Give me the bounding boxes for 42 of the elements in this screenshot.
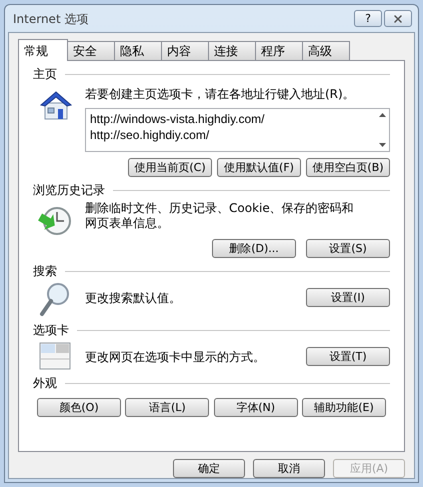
dialog-button[interactable]: 删除(D)... — [212, 239, 296, 258]
dialog-button[interactable]: 确定 — [173, 459, 245, 478]
tab[interactable]: 连接 — [208, 41, 256, 60]
dialog-button[interactable]: 颜色(O) — [37, 398, 121, 417]
homepage-url: http://seo.highdiy.com/ — [90, 127, 210, 143]
dialog-button[interactable]: 使用当前页(C) — [128, 158, 212, 177]
window-title: Internet 选项 — [13, 10, 90, 28]
tab[interactable]: 隐私 — [114, 41, 162, 60]
section-title: 搜索 — [33, 263, 57, 280]
section-description: 若要创建主页选项卡，请在各地址行键入地址(R)。 — [85, 87, 356, 102]
tab[interactable]: 内容 — [161, 41, 209, 60]
section-title: 主页 — [33, 66, 57, 83]
section-title: 浏览历史记录 — [33, 182, 105, 199]
search-icon — [39, 281, 71, 317]
tab[interactable]: 安全 — [67, 41, 115, 60]
dialog-button[interactable]: 使用空白页(B) — [306, 158, 390, 177]
dialog-button[interactable]: 设置(S) — [306, 239, 390, 258]
dialog-button[interactable]: 设置(T) — [306, 347, 390, 366]
dialog-button[interactable]: 辅助功能(E) — [302, 398, 386, 417]
dialog-button[interactable]: 语言(L) — [125, 398, 210, 417]
dialog-button[interactable]: 字体(N) — [214, 398, 298, 417]
dialog-button[interactable]: 使用默认值(F) — [217, 158, 301, 177]
tabbed-window-icon — [39, 340, 71, 370]
clock-icon — [37, 205, 73, 237]
dialog-button[interactable]: 设置(I) — [306, 288, 390, 307]
tab[interactable]: 常规 — [18, 39, 68, 61]
help-button[interactable]: ? — [354, 10, 382, 27]
close-icon — [392, 12, 404, 24]
homepage-addresses-field[interactable]: http://windows-vista.highdiy.com/ http://seo.highdiy.com/ — [85, 108, 390, 152]
section-description: 更改搜索默认值。 — [85, 291, 181, 305]
scroll-up-icon[interactable] — [378, 113, 386, 117]
scroll-down-icon[interactable] — [378, 143, 386, 147]
close-button[interactable] — [384, 10, 412, 27]
section-title: 选项卡 — [33, 322, 69, 339]
tab[interactable]: 高级 — [302, 41, 350, 60]
house-icon — [39, 89, 73, 121]
homepage-url: http://windows-vista.highdiy.com/ — [90, 111, 266, 127]
section-description: 删除临时文件、历史记录、Cookie、保存的密码和网页表单信息。 — [85, 201, 355, 231]
dialog-button[interactable]: 取消 — [253, 459, 325, 478]
section-description: 更改网页在选项卡中显示的方式。 — [85, 350, 265, 364]
section-title: 外观 — [33, 375, 57, 392]
tab[interactable]: 程序 — [255, 41, 303, 60]
